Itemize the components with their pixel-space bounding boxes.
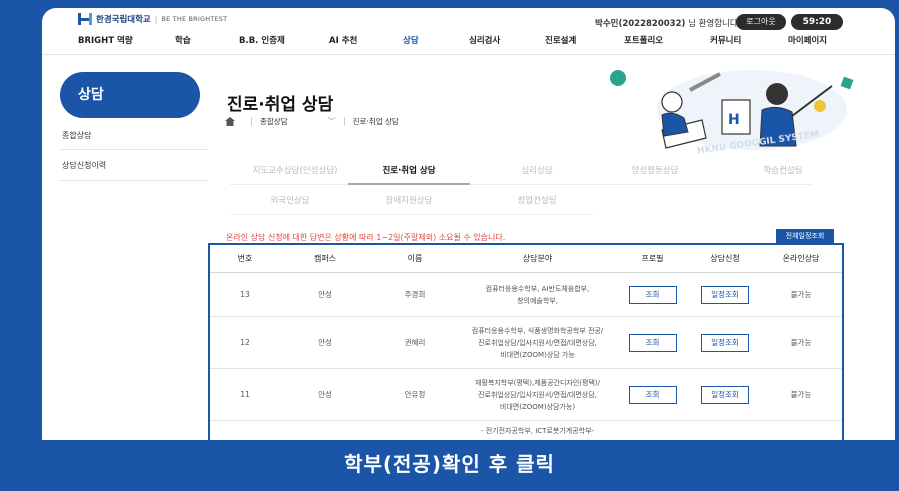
tab-advisor[interactable]: 지도교수상담(인성상담) [230,164,360,176]
tab-foreigner[interactable]: 외국인상담 [230,194,350,206]
row-campus: 안성 [318,290,332,299]
breadcrumb: 종합상담 ﹀ 진로·취업 상담 [225,116,399,127]
row-number: 13 [240,290,250,299]
logout-button[interactable]: 로그아웃 [736,14,786,30]
welcome-suffix: 님 환영합니다 [685,19,738,29]
profile-view-button[interactable]: 조회 [628,333,677,352]
col-apply: 상담신청 [710,254,740,263]
counselor-table: 번호 캠퍼스 이름 상담분야 프로필 상담신청 온라인상담 13 안성 주경희 … [208,243,844,448]
row-field: 재활복지학부(평택),제품공간디자인(평택)/ 진로취업상담/입사지원서/면접/… [475,378,600,411]
row-field: 컴퓨터응용수학부, 식품생명화학공학부 전공/ 진로취업상담/입사지원서/면접/… [471,326,604,359]
table-row: 12 안성 권혜리 컴퓨터응용수학부, 식품생명화학공학부 전공/ 진로취업상담… [210,317,842,369]
chevron-down-icon[interactable]: ﹀ [328,116,336,127]
nav-item-psych-test[interactable]: 심리검사 [469,34,500,46]
nav-item-bright[interactable]: BRIGHT 역량 [78,34,133,46]
sidebar-divider [60,180,208,181]
sidebar-item-history[interactable]: 상담신청이력 [62,160,106,171]
row-field: 컴퓨터응용수학부, AI반도체융합부, 창의예술학부, [485,284,590,305]
row-name: 권혜리 [404,338,426,347]
tab-equality[interactable]: 양성평등상담 [600,164,710,176]
row-number: 12 [240,338,250,347]
col-online: 온라인상담 [782,254,820,263]
sidebar-title: 상담 [60,72,200,118]
row-campus: 안성 [318,338,332,347]
row-name: 주경희 [404,290,426,299]
schedule-view-button[interactable]: 일정조회 [701,385,749,404]
col-field: 상담분야 [522,254,553,263]
nav-item-bb-cert[interactable]: B.B. 인증제 [239,34,285,46]
col-profile: 프로필 [641,254,664,263]
logo-name: 한경국립대학교 [96,15,151,25]
session-timer[interactable]: 59:20 [791,14,843,30]
breadcrumb-current: 진로·취업 상담 [352,117,399,126]
main-nav: BRIGHT 역량 학습 B.B. 인증제 AI 추천 상담 심리검사 진로설계… [42,34,895,50]
university-logo[interactable]: 한경국립대학교 | BE THE BRIGHTEST [78,13,227,25]
col-campus: 캠퍼스 [313,254,337,263]
header-illustration: H HKNU GOOGGIL SYSTEM [602,60,862,157]
row-online: 불가능 [790,290,812,299]
svg-text:H: H [728,112,740,128]
row-number: 11 [240,390,250,399]
instruction-caption: 학부(전공)확인 후 클릭 [0,440,899,491]
table-row: 11 안성 안유정 재활복지학부(평택),제품공간디자인(평택)/ 진로취업상담… [210,369,842,421]
home-icon[interactable] [225,117,235,126]
schedule-view-button[interactable]: 일정조회 [701,333,749,352]
top-bar: 한경국립대학교 | BE THE BRIGHTEST 박수민(202282003… [42,8,895,30]
browser-viewport: 한경국립대학교 | BE THE BRIGHTEST 박수민(202282003… [42,8,895,448]
nav-item-counseling[interactable]: 상담 [403,34,419,46]
row-online: 불가능 [790,390,812,399]
profile-view-button[interactable]: 조회 [628,285,677,304]
nav-item-community[interactable]: 커뮤니티 [710,34,741,46]
sidebar-item-general[interactable]: 종합상담 [62,130,91,141]
sidebar-divider [60,149,208,150]
user-name: 박수민(2022820032) [595,19,686,29]
schedule-view-button[interactable]: 일정조회 [701,285,749,304]
nav-item-career-design[interactable]: 진로설계 [545,34,576,46]
all-schedule-button[interactable]: 전체일정조회 [776,229,834,243]
row-name: 안유정 [404,390,426,399]
logo-slogan: BE THE BRIGHTEST [161,15,228,23]
tab-learning-consult[interactable]: 학습컨설팅 [728,164,838,176]
tab-psych[interactable]: 심리상담 [482,164,592,176]
profile-view-button[interactable]: 조회 [628,385,677,404]
nav-item-mypage[interactable]: 마이페이지 [788,34,827,46]
table-row: 13 안성 주경희 컴퓨터응용수학부, AI반도체융합부, 창의예술학부, 조회… [210,273,842,317]
logo-mark-icon [78,13,92,25]
active-tab-underline [348,183,470,185]
col-name: 이름 [407,254,423,263]
tab-career[interactable]: 진로·취업 상담 [348,164,470,176]
notice-text: 온라인 상담 신청에 대한 답변은 상황에 따라 1~2일(주말제외) 소요될 … [226,233,506,242]
page-title: 진로·취업 상담 [227,95,334,115]
breadcrumb-category[interactable]: 종합상담 [260,116,288,127]
row-campus: 안성 [318,390,332,399]
nav-item-ai-recommend[interactable]: AI 추천 [329,34,357,46]
col-number: 번호 [237,254,253,263]
nav-divider [42,54,895,55]
tab-disability[interactable]: 장애지원상담 [348,194,470,206]
nav-item-portfolio[interactable]: 포트폴리오 [624,34,663,46]
row-online: 불가능 [790,338,812,347]
welcome-text: 박수민(2022820032) 님 환영합니다 [595,17,738,29]
tab-startup[interactable]: 창업컨설팅 [482,194,592,206]
table-header: 번호 캠퍼스 이름 상담분야 프로필 상담신청 온라인상담 [210,245,842,273]
nav-item-learning[interactable]: 학습 [175,34,191,46]
